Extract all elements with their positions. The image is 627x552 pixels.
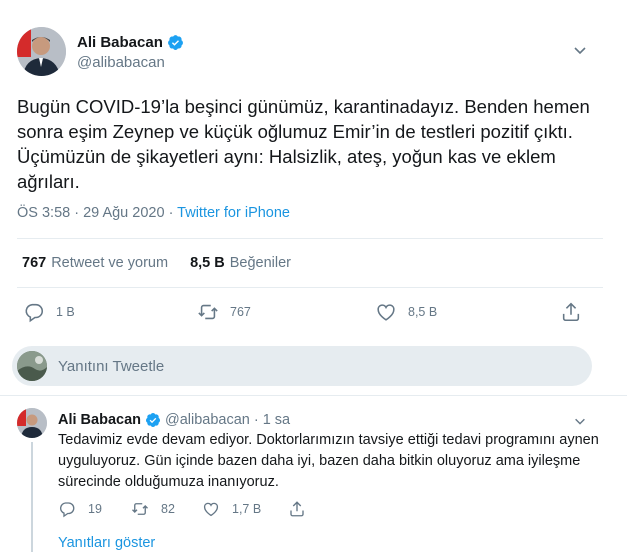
verified-icon [167,35,183,50]
like-stat-count: 8,5 B [190,255,225,271]
verified-icon [145,413,160,427]
reply-retweet-button[interactable]: 82 [131,500,175,518]
share-icon [290,501,304,517]
reply-share-button[interactable] [288,500,318,518]
like-count: 8,5 B [408,305,438,319]
reply-like-button[interactable]: 1,7 B [202,500,261,518]
reply-author-handle[interactable]: @alibabacan [165,412,250,428]
reply-reply-button[interactable]: 19 [58,500,102,518]
reply-header: Ali Babacan @alibabacan · 1 sa [58,412,290,428]
chevron-down-icon[interactable] [573,414,587,428]
divider [17,287,603,288]
reply-button[interactable]: 1 B [23,301,75,323]
like-stat-label: Beğeniler [229,255,291,271]
tweet-time[interactable]: ÖS 3:58 · 29 Ağu 2020 [17,205,165,221]
reply-icon [60,502,75,518]
divider [17,238,603,239]
like-button[interactable]: 8,5 B [375,301,437,323]
reply-icon [25,303,44,323]
retweet-count: 767 [230,305,251,319]
tweet-stats: 767 Retweet ve yorum 8,5 B Beğeniler [22,255,313,271]
retweet-stat[interactable]: 767 Retweet ve yorum [22,255,168,271]
tweet-source[interactable]: Twitter for iPhone [177,205,290,221]
reply-separator: · [253,412,259,428]
retweet-stat-label: Retweet ve yorum [51,255,169,271]
author-handle[interactable]: @alibabacan [77,54,165,71]
reply-reply-count: 19 [88,502,102,516]
like-stat[interactable]: 8,5 B Beğeniler [190,255,291,271]
author-name-row: Ali Babacan [77,34,184,51]
share-icon [562,302,580,322]
retweet-button[interactable]: 767 [197,301,251,323]
user-avatar [17,351,47,381]
show-replies-link[interactable]: Yanıtları göster [58,535,155,551]
reply-retweet-count: 82 [161,502,175,516]
reply-author-name[interactable]: Ali Babacan [58,412,141,428]
like-icon [377,304,395,321]
chevron-down-icon[interactable] [572,42,588,58]
reply-time[interactable]: 1 sa [263,412,290,428]
author-avatar[interactable] [17,27,66,76]
tweet-detail: Ali Babacan @alibabacan Bugün COVID-19’l… [0,0,627,552]
reply-author-avatar[interactable] [17,408,47,438]
meta-separator: · [168,205,178,221]
divider [0,395,627,396]
reply-compose-box[interactable]: Yanıtını Tweetle [12,346,592,386]
author-name[interactable]: Ali Babacan [77,34,163,51]
tweet-text: Bugün COVID-19’la beşinci günümüz, karan… [17,96,590,192]
retweet-icon [132,503,148,515]
like-icon [203,502,219,517]
retweet-icon [198,304,218,320]
reply-placeholder[interactable]: Yanıtını Tweetle [58,358,164,375]
reply-count: 1 B [56,305,75,319]
reply-text: Tedavimiz evde devam ediyor. Doktorlarım… [58,432,599,490]
tweet-meta: ÖS 3:58 · 29 Ağu 2020 · Twitter for iPho… [17,205,290,221]
reply-like-count: 1,7 B [232,502,262,516]
share-button[interactable] [560,301,593,323]
retweet-stat-count: 767 [22,255,47,271]
thread-line [31,442,33,552]
